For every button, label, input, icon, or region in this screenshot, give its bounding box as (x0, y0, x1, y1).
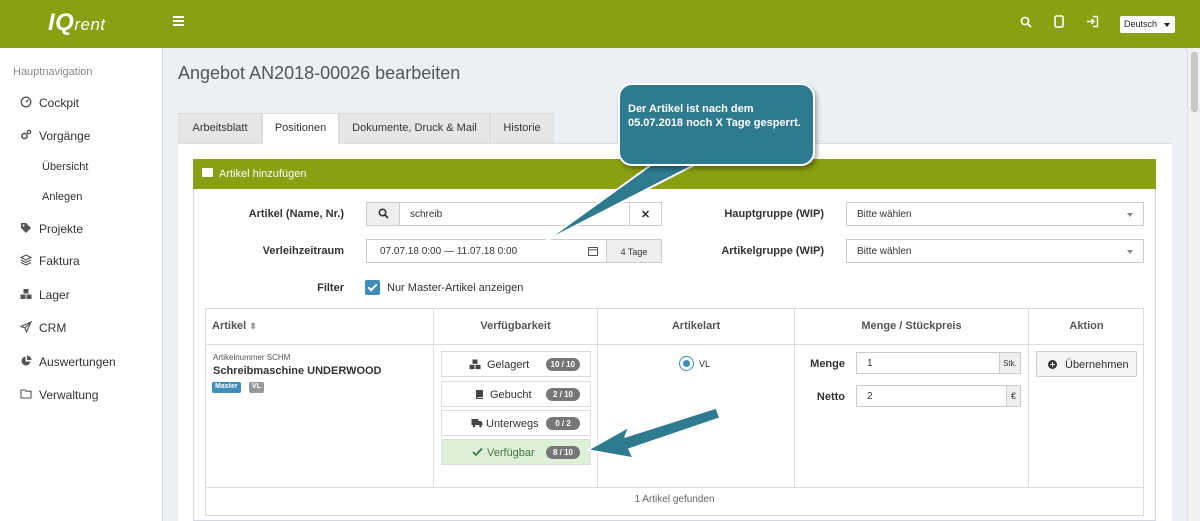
callout-annotation: Der Artikel ist nach dem 05.07.2018 noch… (618, 83, 815, 166)
annotation-overlay (543, 157, 721, 459)
arrow-icon (587, 407, 721, 459)
callout-tail (543, 157, 709, 243)
callout-text: Der Artikel ist nach dem 05.07.2018 noch… (628, 103, 801, 129)
